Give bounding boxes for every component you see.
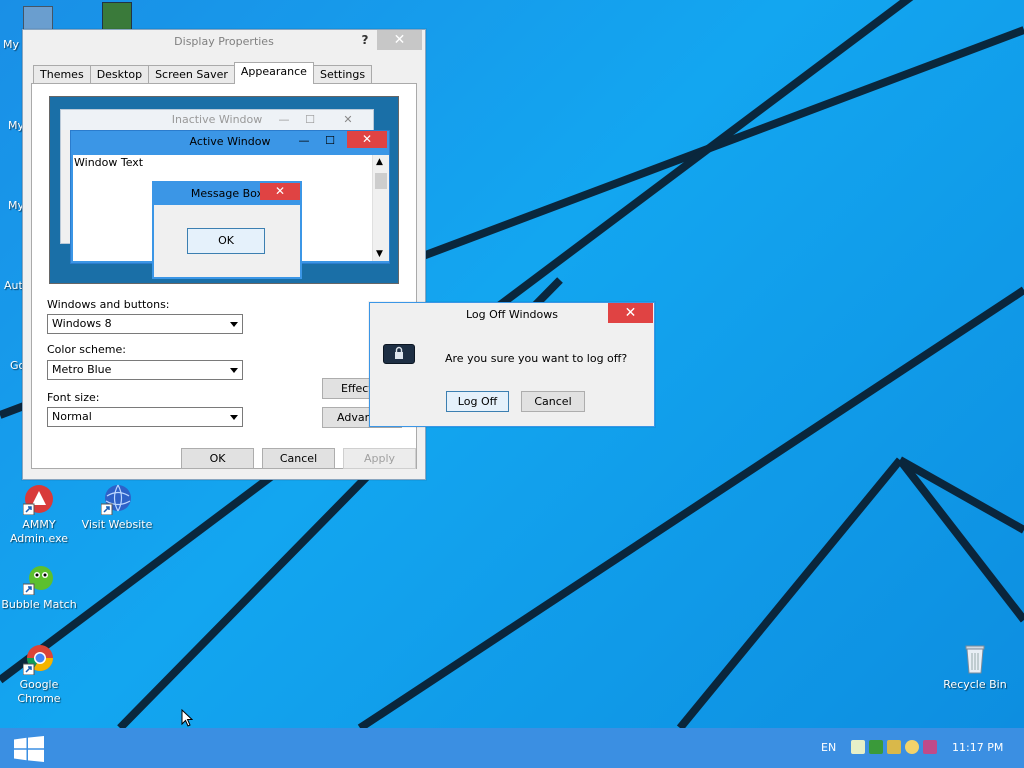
desktop-icon-label: Visit Website	[81, 518, 153, 531]
preview-scrollbar: ▲ ▼	[372, 155, 389, 261]
color-scheme-value: Metro Blue	[52, 363, 112, 376]
game-icon[interactable]	[102, 2, 132, 30]
tray-app-icon[interactable]	[869, 740, 883, 754]
preview-message-box: Message Box ✕ OK	[152, 181, 302, 279]
appearance-panel: Inactive Window — ☐ ✕ Active Window — ☐ …	[31, 83, 417, 469]
display-properties-window: Display Properties ? ✕ Themes Desktop Sc…	[22, 29, 426, 480]
tab-desktop[interactable]: Desktop	[89, 65, 150, 84]
logoff-title: Log Off Windows	[466, 308, 558, 321]
cancel-button[interactable]: Cancel	[262, 448, 335, 469]
logoff-dialog: Log Off Windows ✕ Are you sure you want …	[369, 302, 655, 427]
maximize-icon: ☐	[325, 134, 335, 147]
recycle-bin-icon	[959, 643, 991, 675]
smiley-icon[interactable]	[905, 740, 919, 754]
language-indicator[interactable]: EN	[821, 728, 836, 768]
network-icon[interactable]	[851, 740, 865, 754]
font-size-label: Font size:	[47, 391, 100, 404]
tab-themes[interactable]: Themes	[33, 65, 91, 84]
desktop-icon-label: Recycle Bin	[943, 678, 1007, 691]
tray-app-icon[interactable]	[923, 740, 937, 754]
preview-active-title: Active Window	[189, 135, 271, 148]
close-icon: ✕	[343, 113, 353, 126]
color-scheme-label: Color scheme:	[47, 343, 126, 356]
help-button[interactable]: ?	[353, 30, 377, 50]
window-title: Display Properties	[174, 35, 274, 48]
tab-settings[interactable]: Settings	[312, 65, 373, 84]
chevron-down-icon	[230, 368, 238, 373]
chevron-down-icon	[230, 322, 238, 327]
windows-start-icon[interactable]	[14, 736, 44, 762]
desktop-icon-ammy-admin[interactable]: AMMY Admin.exe	[0, 483, 79, 546]
tab-screen-saver[interactable]: Screen Saver	[148, 65, 235, 84]
minimize-icon: —	[278, 113, 290, 126]
preview-message-title: Message Box	[190, 187, 264, 200]
close-button[interactable]: ✕	[377, 30, 422, 50]
font-size-value: Normal	[52, 410, 92, 423]
preview-ok-button: OK	[187, 228, 265, 254]
chevron-down-icon	[230, 415, 238, 420]
ammy-admin-icon	[22, 483, 55, 516]
mouse-cursor-icon	[181, 709, 193, 727]
desktop-icon-label: Bubble Match	[1, 598, 77, 611]
desktop: My My My Auto Go AMMY Admin.exe Visit We…	[0, 0, 1024, 728]
apply-button[interactable]: Apply	[343, 448, 416, 469]
scroll-down-icon: ▼	[376, 249, 383, 259]
close-icon: ✕	[260, 183, 300, 200]
logoff-titlebar[interactable]: Log Off Windows ✕	[370, 303, 654, 326]
preview-inactive-title: Inactive Window	[171, 113, 263, 126]
maximize-icon: ☐	[305, 113, 315, 126]
chrome-icon	[22, 643, 55, 676]
preview-window-text: Window Text	[74, 156, 144, 169]
log-off-button[interactable]: Log Off	[446, 391, 509, 412]
desktop-icon-label: AMMY	[22, 518, 56, 531]
appearance-preview: Inactive Window — ☐ ✕ Active Window — ☐ …	[49, 96, 399, 284]
close-button[interactable]: ✕	[608, 303, 653, 323]
windows-buttons-value: Windows 8	[52, 317, 112, 330]
color-scheme-select[interactable]: Metro Blue	[47, 360, 243, 380]
scroll-up-icon: ▲	[376, 157, 383, 167]
my-documents-icon[interactable]	[23, 6, 53, 30]
windows-buttons-label: Windows and buttons:	[47, 298, 170, 311]
desktop-icon-label: Admin.exe	[9, 532, 69, 545]
scroll-thumb	[375, 173, 387, 189]
desktop-label-partial: My	[3, 38, 20, 51]
font-size-select[interactable]: Normal	[47, 407, 243, 427]
windows-buttons-select[interactable]: Windows 8	[47, 314, 243, 334]
tab-bar: Themes Desktop Screen Saver Appearance S…	[33, 62, 373, 84]
desktop-icon-visit-website[interactable]: Visit Website	[77, 483, 157, 532]
close-icon: ✕	[347, 131, 387, 148]
ok-button[interactable]: OK	[181, 448, 254, 469]
desktop-icon-bubble-match[interactable]: Bubble Match	[0, 563, 79, 612]
logoff-cancel-button[interactable]: Cancel	[521, 391, 585, 412]
minimize-icon: —	[298, 134, 310, 147]
logoff-message: Are you sure you want to log off?	[445, 352, 628, 365]
preview-client-area: Window Text ▲ ▼ Message Box ✕ OK	[73, 155, 389, 279]
tab-appearance[interactable]: Appearance	[233, 62, 314, 84]
preview-active-window: Active Window — ☐ ✕ Window Text ▲ ▼ Mess…	[70, 130, 390, 279]
desktop-icon-label: Google Chrome	[17, 678, 61, 705]
bubble-match-icon	[22, 563, 55, 596]
globe-icon	[100, 483, 133, 516]
taskbar: EN 11:17 PM	[0, 728, 1024, 768]
desktop-icon-recycle-bin[interactable]: Recycle Bin	[935, 643, 1015, 692]
display-properties-titlebar[interactable]: Display Properties ? ✕	[23, 30, 425, 54]
lock-icon	[383, 344, 415, 364]
desktop-icon-google-chrome[interactable]: Google Chrome	[0, 643, 79, 706]
clock[interactable]: 11:17 PM	[952, 728, 1003, 768]
shield-icon[interactable]	[887, 740, 901, 754]
